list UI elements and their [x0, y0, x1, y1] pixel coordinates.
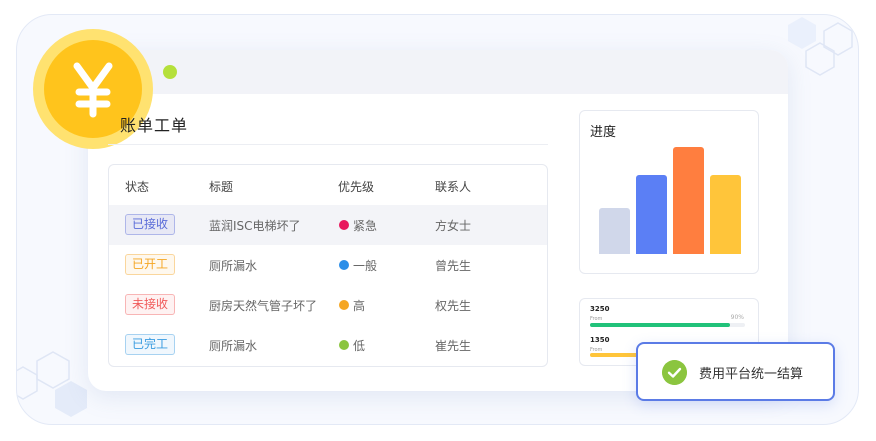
progress-value: 3250 [590, 305, 610, 313]
chart-bar [673, 147, 704, 254]
table-row[interactable]: 已开工 厕所漏水 一般 曾先生 [109, 245, 547, 285]
column-header-contact: 联系人 [435, 180, 472, 194]
chart-bar [636, 175, 667, 254]
work-order-table: 状态 标题 优先级 联系人 已接收 蓝润ISC电梯坏了 紧急 方女士 已开工 厕… [108, 164, 548, 367]
row-priority: 低 [353, 339, 366, 353]
row-title: 厕所漏水 [209, 339, 258, 353]
section-title: 账单工单 [120, 116, 189, 135]
table-row[interactable]: 已接收 蓝润ISC电梯坏了 紧急 方女士 [109, 205, 547, 245]
title-divider [108, 144, 548, 145]
status-badge: 已完工 [125, 334, 176, 355]
progress-fill [590, 323, 730, 327]
row-contact: 崔先生 [435, 339, 472, 353]
row-priority: 一般 [353, 259, 378, 273]
toast-message: 费用平台统一结算 [699, 367, 804, 382]
hexagon-decoration-top-right [788, 17, 853, 76]
row-title: 蓝润ISC电梯坏了 [209, 219, 301, 233]
table-row[interactable]: 未接收 厨房天然气管子坏了 高 权先生 [109, 285, 547, 325]
row-title: 厨房天然气管子坏了 [209, 299, 318, 313]
progress-percent: 90% [730, 314, 744, 321]
row-priority: 高 [353, 299, 366, 313]
row-priority: 紧急 [353, 219, 378, 233]
priority-dot [339, 260, 349, 270]
column-header-status: 状态 [125, 180, 150, 194]
progress-chart-card: 进度 [579, 110, 759, 274]
row-contact: 曾先生 [435, 259, 472, 273]
chart-bar [599, 208, 630, 254]
column-header-priority: 优先级 [338, 180, 375, 194]
progress-from-label: From [590, 316, 603, 322]
row-title: 厕所漏水 [209, 259, 258, 273]
priority-dot [339, 300, 349, 310]
row-contact: 方女士 [435, 219, 472, 233]
column-header-title: 标题 [209, 180, 234, 194]
status-badge: 已开工 [125, 254, 176, 275]
window-status-dot [163, 65, 177, 79]
progress-value: 1350 [590, 336, 610, 344]
chart-bar [710, 175, 741, 254]
settlement-toast[interactable]: 费用平台统一结算 [636, 342, 835, 401]
progress-bar [590, 323, 745, 327]
window-title-bar [88, 50, 788, 94]
chart-title: 进度 [590, 125, 617, 140]
table-row[interactable]: 已完工 厕所漏水 低 崔先生 [109, 325, 547, 365]
priority-dot [339, 340, 349, 350]
status-badge: 已接收 [125, 214, 176, 235]
row-contact: 权先生 [435, 299, 472, 313]
status-badge: 未接收 [125, 294, 176, 315]
priority-dot [339, 220, 349, 230]
check-circle-icon [662, 360, 687, 385]
